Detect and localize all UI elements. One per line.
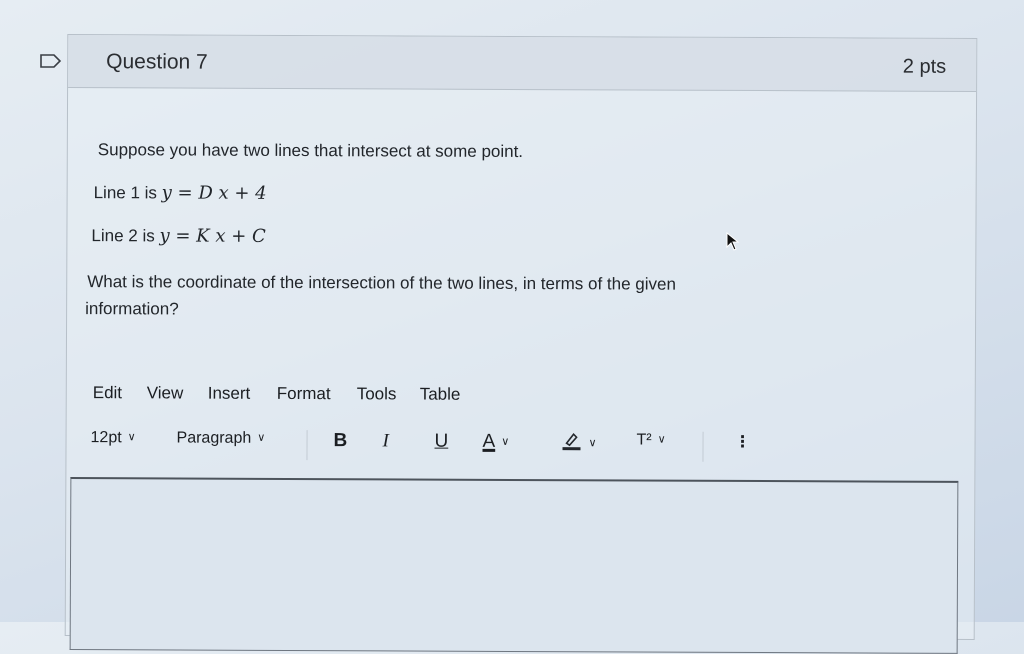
question-card: Question 7 2 pts Suppose you have two li… bbox=[64, 34, 978, 654]
block-format-value: Paragraph bbox=[176, 429, 252, 447]
menu-table[interactable]: Table bbox=[420, 385, 461, 405]
question-header: Question 7 2 pts bbox=[68, 35, 977, 92]
chevron-down-icon: ∨ bbox=[657, 433, 666, 446]
question-prompt: Suppose you have two lines that intersec… bbox=[97, 140, 524, 162]
bold-button[interactable]: B bbox=[333, 430, 348, 452]
toolbar-divider bbox=[702, 431, 704, 462]
menu-insert[interactable]: Insert bbox=[208, 384, 251, 404]
chevron-down-icon: ∨ bbox=[257, 431, 266, 444]
superscript-icon: T² bbox=[636, 431, 652, 449]
line-2-statement: Line 2 is y = K x + C bbox=[91, 225, 266, 247]
highlight-color-button[interactable]: ∨ bbox=[560, 431, 597, 453]
superscript-button[interactable]: T² ∨ bbox=[637, 432, 666, 450]
mouse-pointer-icon bbox=[726, 232, 740, 251]
chevron-down-icon: ∨ bbox=[127, 431, 136, 444]
highlighter-icon bbox=[562, 433, 581, 451]
line-1-equation: y = D x + 4 bbox=[161, 182, 267, 204]
chevron-down-icon: ∨ bbox=[501, 435, 510, 448]
answer-editor[interactable] bbox=[69, 477, 959, 654]
underline-button[interactable]: U bbox=[434, 431, 448, 453]
menu-tools[interactable]: Tools bbox=[357, 384, 397, 404]
text-color-button[interactable]: A ∨ bbox=[482, 431, 509, 453]
block-format-dropdown[interactable]: Paragraph ∨ bbox=[177, 429, 266, 447]
font-size-dropdown[interactable]: 12pt ∨ bbox=[91, 429, 136, 447]
question-ask-line-1: What is the coordinate of the intersecti… bbox=[87, 272, 676, 294]
toolbar-divider bbox=[306, 430, 308, 461]
chevron-down-icon: ∨ bbox=[588, 437, 597, 450]
question-ask-line-2: information? bbox=[85, 299, 179, 319]
flag-icon[interactable] bbox=[40, 54, 62, 68]
question-title: Question 7 bbox=[106, 50, 208, 74]
menu-format[interactable]: Format bbox=[277, 384, 331, 404]
line-2-label: Line 2 is bbox=[91, 226, 155, 246]
font-size-value: 12pt bbox=[90, 429, 122, 447]
menu-edit[interactable]: Edit bbox=[93, 383, 122, 403]
italic-button[interactable]: I bbox=[382, 430, 388, 452]
editor-toolbar: 12pt ∨ Paragraph ∨ B I U A ∨ ∨ T² ∨ ⋮ bbox=[90, 429, 790, 462]
menu-view[interactable]: View bbox=[147, 383, 184, 403]
line-1-label: Line 1 is bbox=[93, 183, 157, 203]
line-1-statement: Line 1 is y = D x + 4 bbox=[93, 182, 267, 204]
question-points: 2 pts bbox=[902, 55, 947, 78]
more-options-icon[interactable]: ⋮ bbox=[735, 432, 751, 452]
line-2-equation: y = K x + C bbox=[159, 225, 266, 247]
text-color-icon: A bbox=[482, 430, 496, 452]
